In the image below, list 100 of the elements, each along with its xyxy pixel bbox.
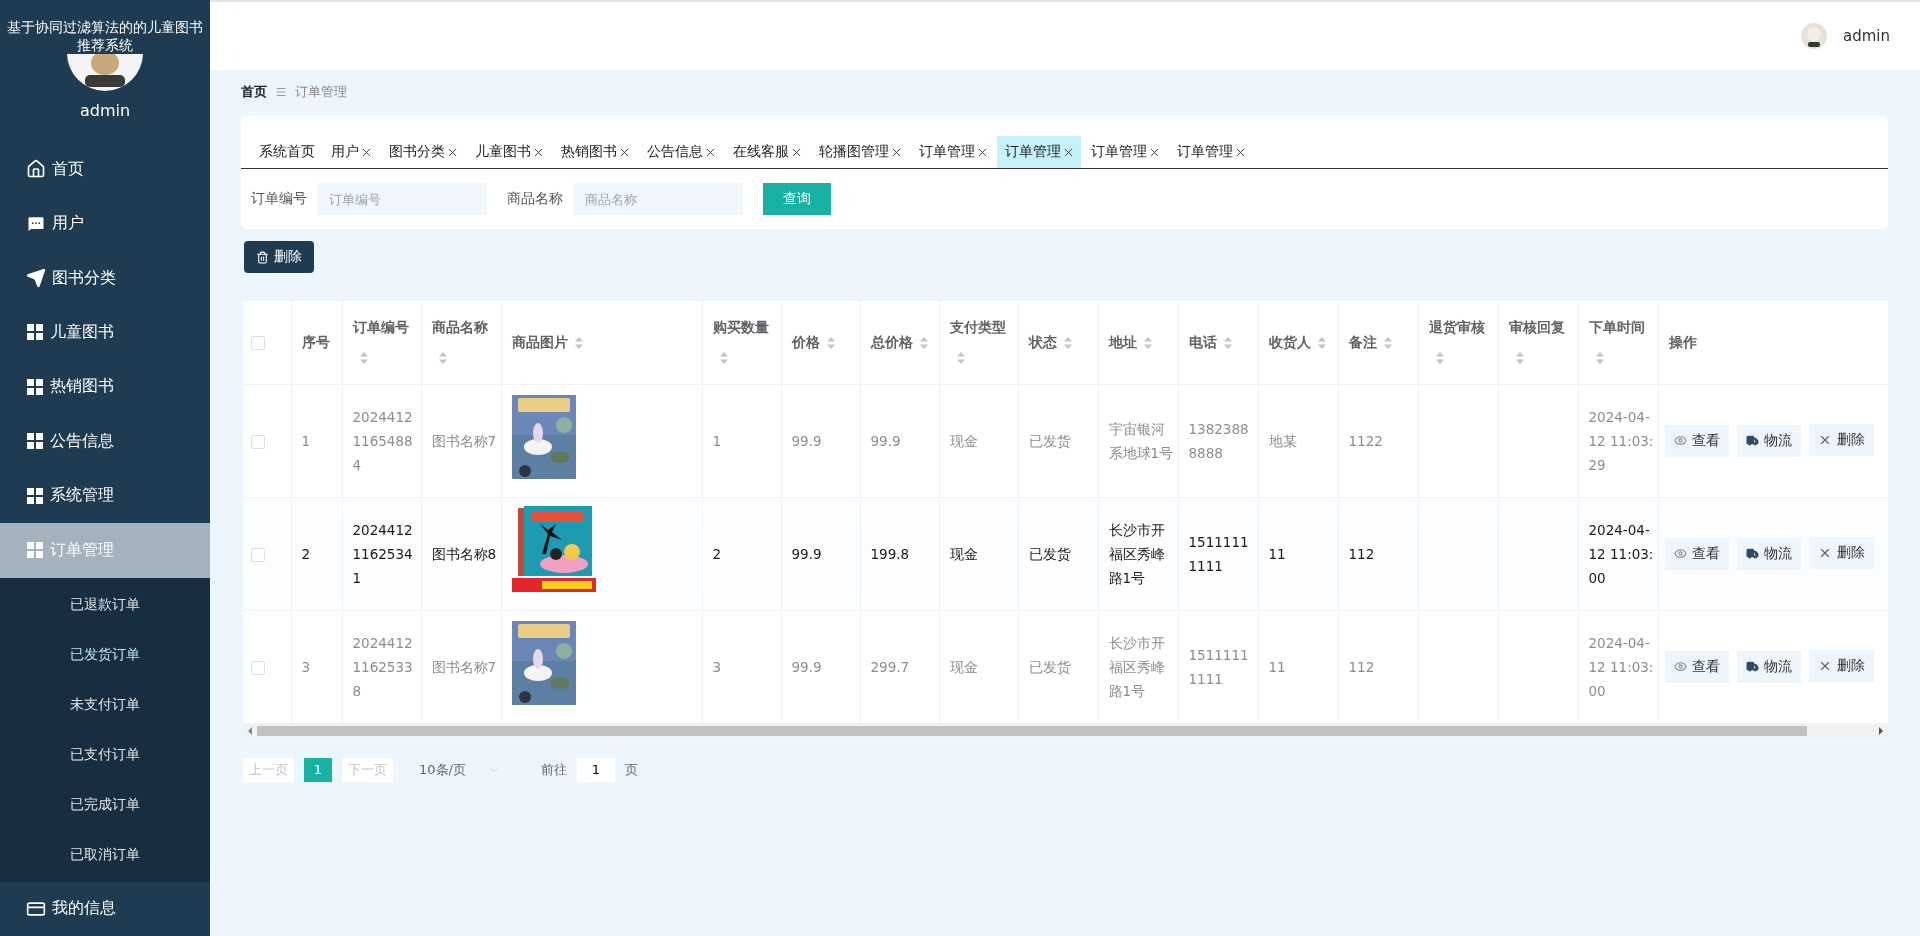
submenu-item[interactable]: 已发货订单 (0, 629, 210, 680)
submenu-item[interactable]: 已支付订单 (0, 729, 210, 780)
logistics-button[interactable]: 物流 (1736, 650, 1801, 683)
submenu-item[interactable]: 已完成订单 (0, 779, 210, 830)
tab[interactable]: 轮播图管理 (811, 136, 909, 168)
column-header[interactable]: 下单时间 (1588, 319, 1645, 336)
menu-item[interactable]: 儿童图书 (0, 305, 210, 360)
checkbox[interactable] (251, 336, 265, 351)
grid-icon (26, 486, 44, 505)
sort-icon[interactable] (955, 351, 966, 366)
user-name[interactable]: admin (1843, 27, 1890, 45)
column-header[interactable]: 订单编号 (352, 319, 409, 336)
menu-item[interactable]: 公告信息 (0, 414, 210, 469)
sort-icon[interactable] (358, 351, 369, 366)
column-header[interactable]: 地址 (1108, 334, 1137, 351)
sort-icon[interactable] (1514, 351, 1525, 366)
menu-item[interactable]: 我的信息 (0, 881, 210, 936)
tab[interactable]: 图书分类 (381, 136, 465, 168)
column-header[interactable]: 价格 (791, 334, 820, 351)
table-cell: 已发货 (1018, 384, 1098, 497)
table-cell: 2024-04-12 11:03:00 (1578, 497, 1658, 610)
eye-icon (1673, 434, 1687, 448)
table-row[interactable]: 3 202441211625338 图书名称7 3 99.9 299.7 现金 已发货 长沙市开福区秀峰路1号 15111111111 11 112 2024-04-12 11:03:00 查看 物流 删除 (243, 610, 1888, 723)
table-cell: 长沙市开福区秀峰路1号 (1098, 610, 1178, 723)
tab[interactable]: 儿童图书 (467, 136, 551, 168)
column-header[interactable]: 商品图片 (511, 334, 568, 351)
table-row[interactable]: 1 202441211654884 图书名称7 1 99.9 99.9 现金 已发货 宇宙银河系地球1号 13823888888 地某 1122 2024-04-12 11:03:29 查看 物流 删除 (243, 384, 1888, 497)
right-arrow-icon[interactable] (1878, 726, 1884, 735)
table-cell: 图书名称8 (421, 497, 501, 610)
column-header[interactable]: 电话 (1188, 334, 1217, 351)
menu-item[interactable]: 热销图书 (0, 359, 210, 415)
table-cell: 已发货 (1018, 610, 1098, 723)
table-cell: 现金 (939, 497, 1018, 610)
tab[interactable]: 订单管理 (997, 136, 1081, 168)
column-header[interactable]: 退货审核 (1428, 319, 1485, 336)
page-input[interactable]: 1 (577, 757, 615, 782)
table-cell: 2024-04-12 11:03:29 (1578, 384, 1658, 497)
search-field[interactable]: 订单编号 (317, 183, 487, 215)
view-button[interactable]: 查看 (1664, 424, 1729, 457)
breadcrumb-item[interactable]: 首页 (241, 83, 267, 101)
sort-icon[interactable] (1594, 351, 1605, 366)
submenu-item[interactable]: 已退款订单 (0, 579, 210, 630)
sort-icon[interactable] (1222, 336, 1233, 351)
logistics-button[interactable]: 物流 (1736, 537, 1801, 570)
tab[interactable]: 订单管理 (1083, 136, 1167, 168)
paper-plane-icon (26, 268, 46, 288)
checkbox[interactable] (251, 547, 265, 562)
goto-label: 前往 (541, 760, 567, 779)
delete-button[interactable]: 删除 (1808, 650, 1874, 683)
submenu-item[interactable]: 已取消订单 (0, 829, 210, 880)
logistics-button[interactable]: 物流 (1736, 424, 1801, 457)
menu-item[interactable]: 用户 (0, 196, 210, 251)
view-button[interactable]: 查看 (1664, 537, 1729, 570)
left-arrow-icon[interactable] (247, 726, 253, 735)
sort-icon[interactable] (1434, 351, 1445, 366)
column-header[interactable]: 购买数量 (712, 319, 769, 336)
menu-item[interactable]: 系统管理 (0, 468, 210, 524)
delete-button[interactable]: 删除 (244, 241, 314, 273)
field-label: 商品名称 (507, 190, 563, 208)
menu-icon (275, 86, 287, 98)
menu-item[interactable]: 首页 (0, 141, 210, 197)
checkbox[interactable] (251, 660, 265, 675)
table-cell: 1 (702, 384, 781, 497)
column-header[interactable]: 审核回复 (1508, 319, 1565, 336)
column-header[interactable]: 状态 (1028, 334, 1057, 351)
tab[interactable]: 热销图书 (553, 136, 637, 168)
menu-item[interactable]: 图书分类 (0, 250, 210, 306)
tab[interactable]: 公告信息 (639, 136, 723, 168)
column-header[interactable]: 备注 (1348, 334, 1377, 351)
sort-icon[interactable] (1316, 336, 1327, 351)
page-size-select[interactable]: 10条/页 (411, 757, 511, 782)
view-button[interactable]: 查看 (1664, 650, 1729, 683)
tab[interactable]: 系统首页 (251, 136, 321, 168)
sort-icon[interactable] (718, 351, 729, 366)
tab[interactable]: 订单管理 (1169, 136, 1253, 168)
column-header[interactable]: 收货人 (1268, 334, 1311, 351)
tab[interactable]: 用户 (323, 136, 379, 168)
sort-icon[interactable] (573, 336, 584, 351)
sort-icon[interactable] (1062, 336, 1073, 351)
sort-icon[interactable] (1382, 336, 1393, 351)
delete-button[interactable]: 删除 (1808, 537, 1874, 570)
table-cell: 长沙市开福区秀峰路1号 (1098, 497, 1178, 610)
search-field[interactable]: 商品名称 (573, 183, 743, 215)
sort-icon[interactable] (437, 351, 448, 366)
sort-icon[interactable] (825, 336, 836, 351)
checkbox[interactable] (251, 434, 265, 449)
submenu-item[interactable]: 未支付订单 (0, 679, 210, 730)
sort-icon[interactable] (918, 336, 929, 351)
sort-icon[interactable] (1142, 336, 1153, 351)
delete-button[interactable]: 删除 (1808, 424, 1874, 457)
tab[interactable]: 订单管理 (911, 136, 995, 168)
table-row[interactable]: 2 202441211625341 图书名称8 2 99.9 199.8 现金 已发货 长沙市开福区秀峰路1号 15111111111 11 112 2024-04-12 11:03:00 查看 物流 删除 (243, 497, 1888, 610)
table-cell: 已发货 (1018, 497, 1098, 610)
avatar (1801, 23, 1827, 49)
tab[interactable]: 在线客服 (725, 136, 809, 168)
column-header[interactable]: 总价格 (870, 334, 913, 351)
column-header[interactable]: 支付类型 (949, 319, 1006, 336)
table-cell: 2024-04-12 11:03:00 (1578, 610, 1658, 723)
column-header[interactable]: 商品名称 (431, 319, 488, 336)
table-cell: 现金 (939, 610, 1018, 723)
